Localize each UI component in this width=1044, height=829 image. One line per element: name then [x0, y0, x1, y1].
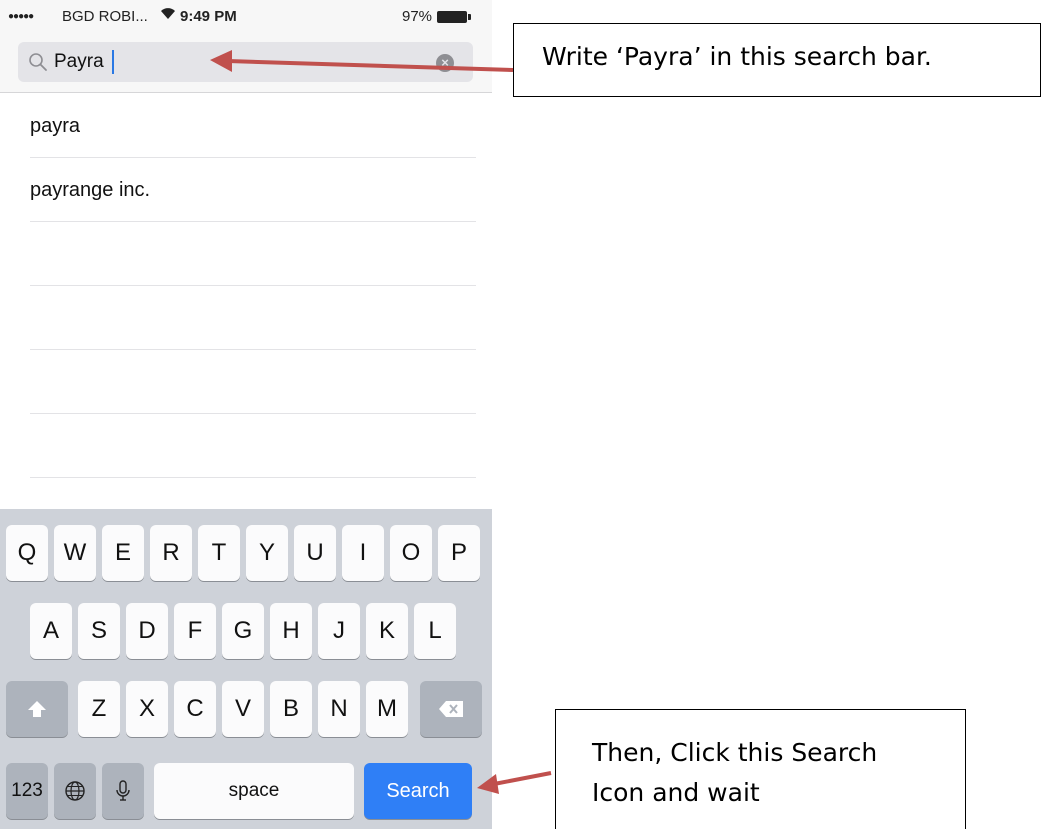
key-c[interactable]: C — [174, 681, 216, 737]
key-t[interactable]: T — [198, 525, 240, 581]
key-s[interactable]: S — [78, 603, 120, 659]
suggestion-empty-row — [30, 414, 476, 478]
key-b[interactable]: B — [270, 681, 312, 737]
key-n[interactable]: N — [318, 681, 360, 737]
annotation-search-button-note: Then, Click this Search Icon and wait — [555, 709, 966, 829]
key-m[interactable]: M — [366, 681, 408, 737]
key-a[interactable]: A — [30, 603, 72, 659]
text-cursor — [112, 50, 114, 74]
key-l[interactable]: L — [414, 603, 456, 659]
search-header: × — [0, 36, 492, 93]
key-z[interactable]: Z — [78, 681, 120, 737]
battery-percentage: 97% — [402, 8, 433, 25]
delete-key[interactable] — [420, 681, 482, 737]
suggestion-item-payra[interactable]: payra — [30, 94, 476, 158]
annotation-search-bar-note: Write ‘Payra’ in this search bar. — [513, 23, 1041, 97]
phone-screen: ●●●●● BGD ROBI... 9:49 PM 97% × payra pa… — [0, 0, 492, 829]
key-y[interactable]: Y — [246, 525, 288, 581]
search-bar[interactable]: × — [18, 42, 473, 82]
status-bar: ●●●●● BGD ROBI... 9:49 PM 97% — [0, 0, 492, 36]
wifi-icon — [160, 6, 176, 25]
battery-icon — [437, 11, 471, 23]
key-o[interactable]: O — [390, 525, 432, 581]
suggestion-empty-row — [30, 350, 476, 414]
suggestion-label: payrange inc. — [30, 179, 151, 201]
suggestion-empty-row — [30, 222, 476, 286]
suggestion-item-payrange[interactable]: payrange inc. — [30, 158, 476, 222]
globe-key[interactable] — [54, 763, 96, 819]
key-q[interactable]: Q — [6, 525, 48, 581]
search-input[interactable] — [54, 50, 434, 74]
signal-strength-icon: ●●●●● — [8, 11, 34, 22]
key-f[interactable]: F — [174, 603, 216, 659]
key-x[interactable]: X — [126, 681, 168, 737]
search-key[interactable]: Search — [364, 763, 472, 819]
key-e[interactable]: E — [102, 525, 144, 581]
clear-icon[interactable]: × — [436, 54, 454, 72]
annotation-text-line2: Icon and wait — [592, 778, 760, 807]
key-w[interactable]: W — [54, 525, 96, 581]
annotation-text: Write ‘Payra’ in this search bar. — [542, 42, 932, 71]
annotation-text-line1: Then, Click this Search — [592, 738, 878, 767]
keyboard: Q W E R T Y U I O P A S D F G H J K L Z … — [0, 509, 492, 829]
carrier-name: BGD ROBI... — [62, 8, 148, 25]
key-j[interactable]: J — [318, 603, 360, 659]
dictation-key[interactable] — [102, 763, 144, 819]
suggestion-empty-row — [30, 286, 476, 350]
key-p[interactable]: P — [438, 525, 480, 581]
suggestion-label: payra — [30, 115, 81, 137]
shift-arrow-icon — [28, 701, 46, 717]
status-time: 9:49 PM — [180, 8, 237, 25]
key-v[interactable]: V — [222, 681, 264, 737]
key-d[interactable]: D — [126, 603, 168, 659]
globe-icon — [65, 781, 85, 801]
backspace-icon — [439, 701, 463, 717]
shift-key[interactable] — [6, 681, 68, 737]
microphone-icon — [116, 780, 130, 801]
key-g[interactable]: G — [222, 603, 264, 659]
key-h[interactable]: H — [270, 603, 312, 659]
key-u[interactable]: U — [294, 525, 336, 581]
search-icon — [27, 51, 49, 73]
numbers-key[interactable]: 123 — [6, 763, 48, 819]
key-r[interactable]: R — [150, 525, 192, 581]
key-k[interactable]: K — [366, 603, 408, 659]
space-key[interactable]: space — [154, 763, 354, 819]
key-i[interactable]: I — [342, 525, 384, 581]
